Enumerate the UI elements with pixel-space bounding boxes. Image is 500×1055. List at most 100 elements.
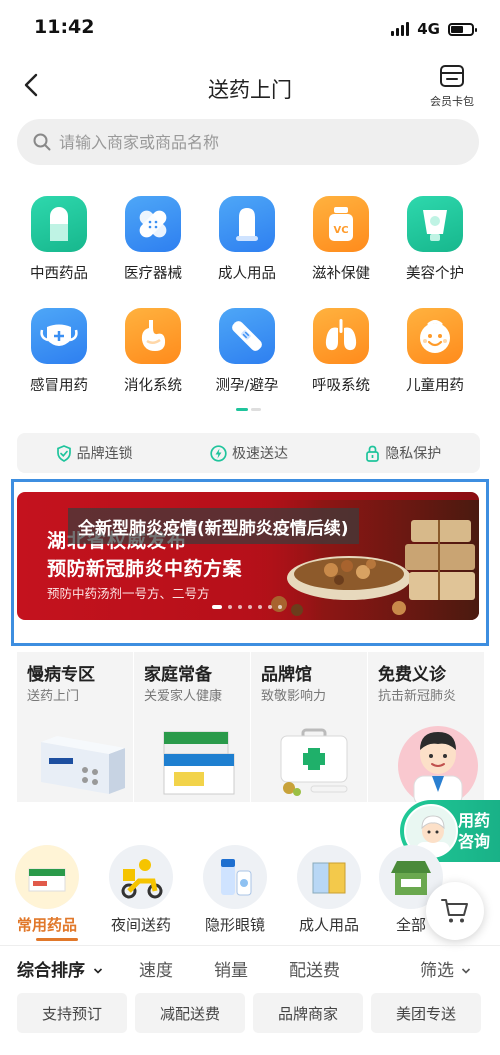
feature-brand-chain: 品牌连锁: [56, 443, 133, 463]
shield-check-icon: [56, 444, 71, 462]
category-label: 儿童用药: [406, 378, 464, 394]
sort-bar: 综合排序 速度 销量 配送费 筛选: [0, 945, 500, 989]
nav-bar: 送药上门 会员卡包: [0, 58, 500, 114]
search-input[interactable]: [59, 132, 439, 152]
chip-meituan-delivery[interactable]: 美团专送: [371, 993, 481, 1033]
promo-title: 品牌馆: [261, 665, 312, 685]
status-bar: 11:42 4G: [0, 0, 500, 56]
condom-icon: [219, 196, 275, 252]
category-item-beauty-care[interactable]: 美容个护: [388, 196, 482, 283]
service-features-bar: 品牌连锁 极速送达 隐私保护: [17, 433, 480, 473]
consult-label-line1: 用药: [458, 811, 491, 830]
first-aid-kit-image: [280, 728, 348, 796]
category-item-pregnancy-contraception[interactable]: 测孕/避孕: [200, 308, 294, 395]
tab-label: 夜间送药: [110, 916, 171, 934]
category-label: 呼吸系统: [312, 378, 370, 394]
adult-products-thumbnail: [297, 845, 361, 909]
feature-privacy: 隐私保护: [365, 443, 441, 463]
category-label: 消化系统: [124, 378, 182, 394]
tab-common-medicine[interactable]: 常用药品: [0, 845, 94, 935]
member-card-label: 会员卡包: [430, 95, 474, 108]
category-item-medical-devices[interactable]: 医疗器械: [106, 196, 200, 283]
doctor-illustration: [398, 726, 478, 802]
cream-tube-icon: [407, 196, 463, 252]
category-item-health-supplements[interactable]: VC 滋补保健: [294, 196, 388, 283]
filter-button[interactable]: 筛选: [420, 956, 471, 981]
feature-fast-delivery: 极速送达: [210, 443, 288, 463]
lightning-icon: [210, 444, 227, 462]
capsule-icon: [31, 196, 87, 252]
category-label: 滋补保健: [312, 266, 370, 282]
lock-icon: [366, 445, 380, 462]
member-card-button[interactable]: 会员卡包: [424, 64, 480, 109]
mask-icon: [31, 308, 87, 364]
promo-title: 免费义诊: [378, 665, 446, 685]
network-label: 4G: [417, 20, 440, 38]
cart-button[interactable]: [426, 882, 484, 940]
shopping-cart-icon: [441, 899, 468, 923]
feature-label: 极速送达: [231, 446, 288, 462]
category-label: 成人用品: [218, 266, 276, 282]
battery-icon: [448, 22, 477, 36]
banner-main-title: 预防新冠肺炎中药方案: [47, 558, 243, 580]
feature-label: 品牌连锁: [76, 446, 133, 462]
tab-label: 常用药品: [16, 916, 77, 934]
feature-label: 隐私保护: [385, 446, 442, 462]
search-icon: [33, 133, 51, 151]
status-time: 11:42: [34, 16, 95, 38]
card-wallet-icon: [440, 65, 464, 87]
chip-brand-merchants[interactable]: 品牌商家: [253, 993, 363, 1033]
svg-text:VC: VC: [333, 225, 348, 236]
tab-label: 隐形眼镜: [204, 916, 265, 934]
common-medicine-thumbnail: [15, 845, 79, 909]
status-indicators: 4G: [391, 20, 477, 38]
tab-label: 成人用品: [298, 916, 359, 934]
night-delivery-thumbnail: [109, 845, 173, 909]
active-tab-indicator: [36, 938, 78, 941]
chip-supports-preorder[interactable]: 支持预订: [17, 993, 127, 1033]
stomach-icon: [125, 308, 181, 364]
category-label: 医疗器械: [124, 266, 182, 282]
child-face-icon: [407, 308, 463, 364]
sort-speed[interactable]: 速度: [139, 956, 173, 981]
medicine-box-image: [41, 736, 125, 794]
category-page-indicator: [236, 408, 261, 411]
banner-subtitle: 预防中药汤剂一号方、二号方: [47, 586, 210, 601]
category-label: 中西药品: [30, 266, 88, 282]
search-bar[interactable]: [17, 119, 479, 165]
contact-lenses-thumbnail: [203, 845, 267, 909]
lungs-icon: [313, 308, 369, 364]
chip-reduced-delivery-fee[interactable]: 减配送费: [135, 993, 245, 1033]
promo-title: 慢病专区: [27, 665, 95, 685]
promo-card-brand-hall[interactable]: 品牌馆 致敬影响力: [251, 652, 367, 802]
pregnancy-test-icon: [219, 308, 275, 364]
sort-delivery-fee[interactable]: 配送费: [289, 956, 340, 981]
article-title-overlay: 全新型肺炎疫情(新型肺炎疫情后续): [68, 508, 359, 544]
category-item-digestive-system[interactable]: 消化系统: [106, 308, 200, 395]
banner-carousel-dots: [212, 605, 282, 609]
sort-sales[interactable]: 销量: [214, 956, 248, 981]
category-item-respiratory-system[interactable]: 呼吸系统: [294, 308, 388, 395]
promo-card-family-essentials[interactable]: 家庭常备 关爱家人健康: [134, 652, 250, 802]
category-item-cold-medicine[interactable]: 感冒用药: [12, 308, 106, 395]
chevron-down-icon: [93, 968, 102, 974]
category-label: 感冒用药: [30, 378, 88, 394]
tab-contact-lenses[interactable]: 隐形眼镜: [188, 845, 282, 935]
tab-night-delivery[interactable]: 夜间送药: [94, 845, 188, 935]
category-item-children-medicine[interactable]: 儿童用药: [388, 308, 482, 395]
bandage-icon: [125, 196, 181, 252]
sort-label: 综合排序: [17, 961, 85, 981]
category-item-western-chinese-medicine[interactable]: 中西药品: [12, 196, 106, 283]
category-label: 测孕/避孕: [215, 378, 279, 394]
vitamin-bottle-icon: VC: [313, 196, 369, 252]
promo-title: 家庭常备: [144, 665, 212, 685]
chevron-down-icon: [462, 968, 471, 974]
sort-comprehensive[interactable]: 综合排序: [17, 956, 103, 981]
category-label: 美容个护: [406, 266, 464, 282]
promo-card-free-clinic[interactable]: 免费义诊 抗击新冠肺炎: [368, 652, 484, 802]
promo-card-chronic-disease[interactable]: 慢病专区 送药上门: [17, 652, 133, 802]
filter-label: 筛选: [420, 961, 454, 981]
category-item-adult-products[interactable]: 成人用品: [200, 196, 294, 283]
medicine-box-image: [163, 731, 235, 795]
tab-adult-products[interactable]: 成人用品: [282, 845, 376, 935]
